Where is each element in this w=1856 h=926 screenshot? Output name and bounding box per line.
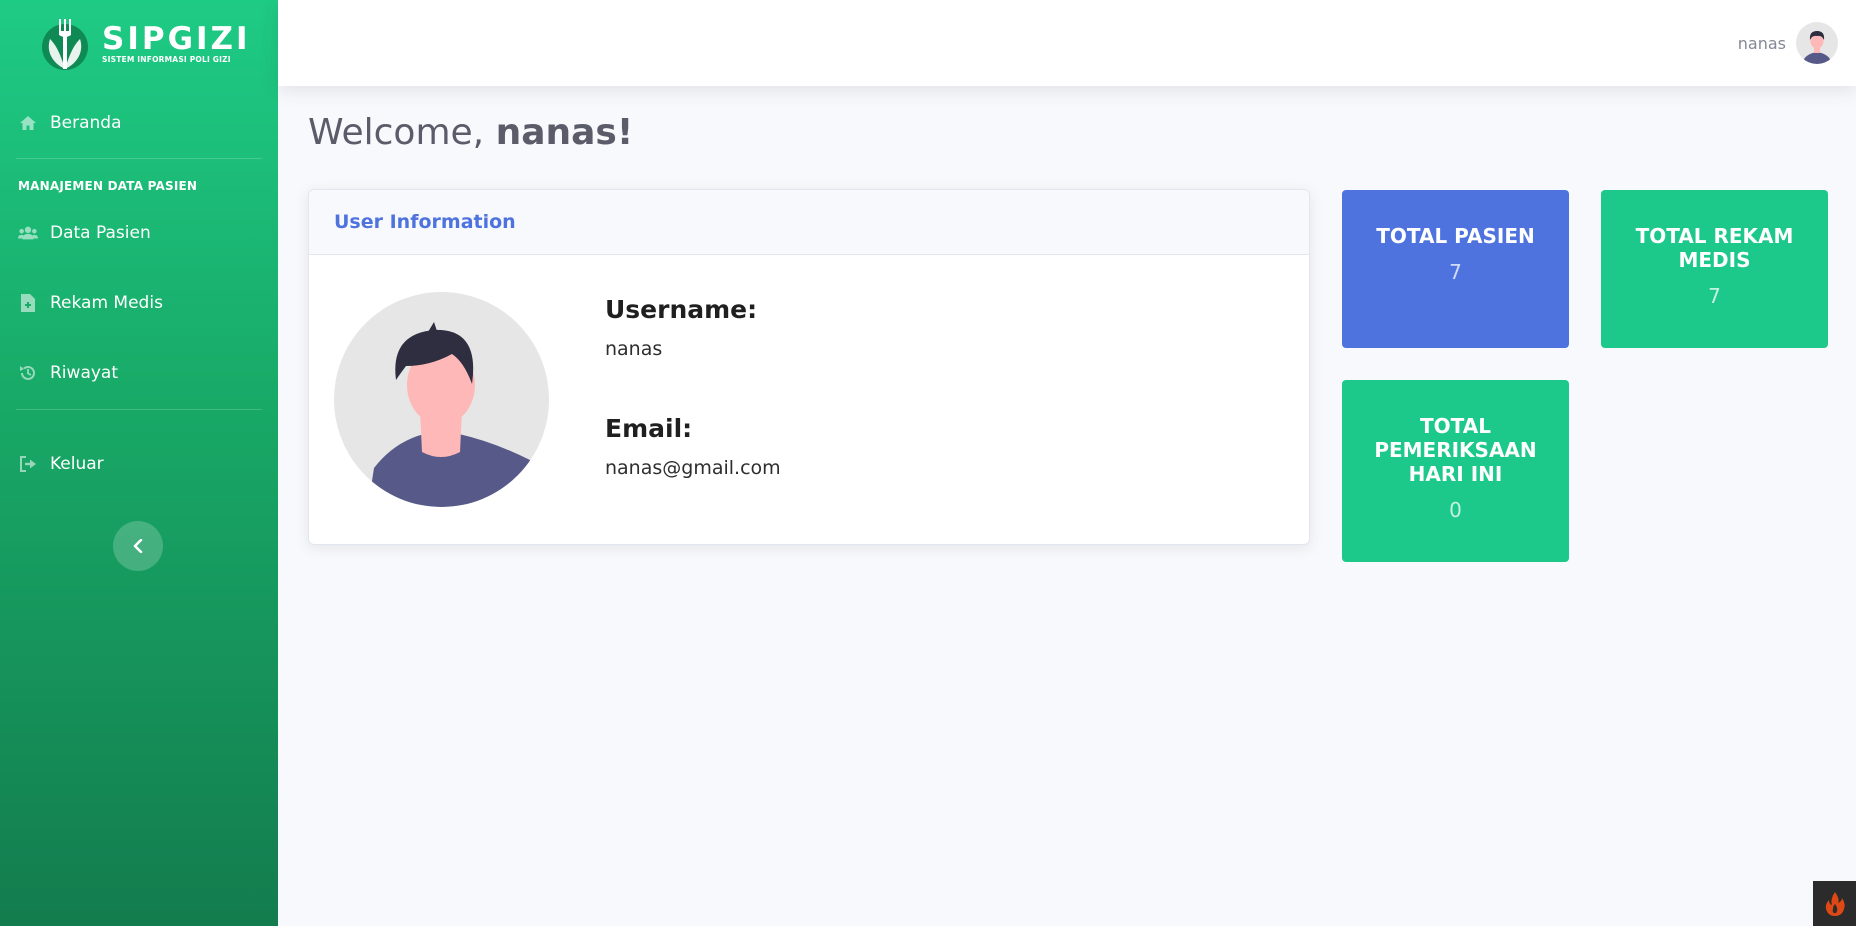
username-value: nanas: [605, 338, 663, 360]
username-label: Username:: [605, 295, 758, 324]
stat-title: TOTAL REKAM MEDIS: [1635, 224, 1794, 272]
email-value: nanas@gmail.com: [605, 457, 781, 479]
stat-title: TOTAL PASIEN: [1376, 224, 1535, 248]
stat-value: 7: [1449, 260, 1462, 284]
avatar[interactable]: [1796, 22, 1838, 64]
stat-value: 0: [1449, 498, 1462, 522]
sidebar: SIPGIZI SISTEM INFORMASI POLI GIZI Beran…: [0, 0, 278, 926]
sipgizi-logo-icon: [42, 19, 88, 70]
sidebar-item-label: Beranda: [50, 113, 122, 133]
welcome-name: nanas!: [495, 112, 634, 153]
brand[interactable]: SIPGIZI SISTEM INFORMASI POLI GIZI: [38, 16, 251, 72]
sidebar-item-riwayat[interactable]: Riwayat: [18, 361, 118, 385]
sidebar-item-beranda[interactable]: Beranda: [18, 111, 122, 135]
stat-value: 7: [1708, 284, 1721, 308]
sidebar-divider: [16, 409, 262, 410]
card-header: User Information: [309, 190, 1309, 255]
users-icon: [18, 224, 38, 242]
sidebar-item-label: Rekam Medis: [50, 293, 163, 313]
sidebar-divider: [16, 158, 262, 159]
stat-card-total-pemeriksaan-hari-ini[interactable]: TOTAL PEMERIKSAAN HARI INI 0: [1342, 380, 1569, 562]
sidebar-toggle-button[interactable]: [113, 521, 163, 571]
file-medical-icon: [18, 294, 38, 312]
history-icon: [18, 364, 38, 382]
email-label: Email:: [605, 414, 693, 443]
stat-title: TOTAL PEMERIKSAAN HARI INI: [1374, 414, 1537, 486]
sidebar-item-rekam-medis[interactable]: Rekam Medis: [18, 291, 163, 315]
sidebar-item-label: Riwayat: [50, 363, 118, 383]
brand-title: SIPGIZI: [102, 21, 251, 57]
profile-avatar: [334, 292, 549, 507]
user-information-card: User Information Username: nanas Email: …: [308, 189, 1310, 545]
sign-out-icon: [18, 455, 38, 473]
brand-subtitle: SISTEM INFORMASI POLI GIZI: [102, 55, 231, 64]
chevron-left-icon: [133, 539, 143, 553]
sidebar-heading: MANAJEMEN DATA PASIEN: [18, 179, 198, 193]
card-title: User Information: [334, 211, 516, 233]
user-dropdown[interactable]: nanas: [1738, 22, 1838, 64]
sidebar-item-keluar[interactable]: Keluar: [18, 452, 104, 476]
home-icon: [18, 114, 38, 132]
welcome-prefix: Welcome,: [308, 112, 496, 153]
topbar: nanas: [278, 0, 1856, 86]
stat-card-total-rekam-medis[interactable]: TOTAL REKAM MEDIS 7: [1601, 190, 1828, 348]
page-title: Welcome, nanas!: [308, 112, 633, 153]
topbar-username: nanas: [1737, 33, 1786, 53]
sidebar-item-label: Data Pasien: [50, 223, 151, 243]
stat-card-total-pasien[interactable]: TOTAL PASIEN 7: [1342, 190, 1569, 348]
sidebar-item-data-pasien[interactable]: Data Pasien: [18, 221, 151, 245]
debug-toolbar-button[interactable]: [1813, 881, 1856, 926]
sidebar-item-label: Keluar: [50, 454, 104, 474]
flame-icon: [1825, 891, 1845, 916]
